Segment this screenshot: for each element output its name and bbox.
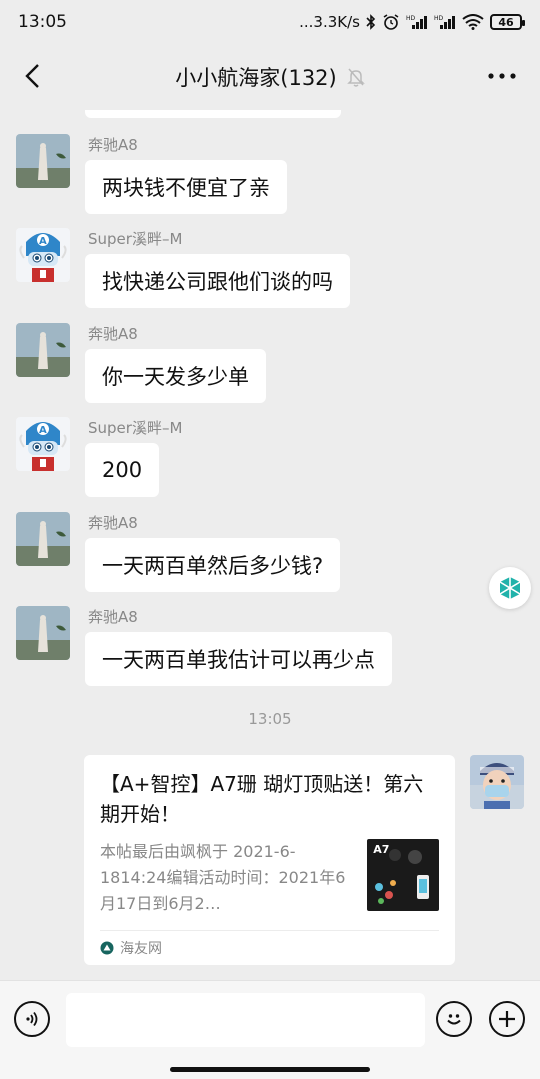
sender-name: 奔驰A8 — [88, 514, 138, 532]
chat-message-list[interactable]: 奔驰A8 两块钱不便宜了亲 A Super溪畔–M 找快递公司跟他们谈的吗 奔驰… — [0, 110, 540, 980]
plus-icon — [499, 1011, 515, 1027]
link-card-source: 海友网 — [100, 938, 162, 958]
avatar[interactable] — [16, 323, 70, 377]
message-bubble[interactable]: 两块钱不便宜了亲 — [85, 160, 287, 214]
voice-input-button[interactable] — [14, 1001, 50, 1037]
status-icons: ...3.3K/s HD HD 46 — [299, 13, 525, 31]
status-time: 13:05 — [18, 12, 67, 32]
chat-header: 小小航海家(132) — [0, 44, 540, 110]
avatar[interactable]: A — [16, 417, 70, 471]
signal-icon: HD — [406, 14, 428, 30]
emoji-icon — [447, 1014, 461, 1025]
message-bubble[interactable]: 200 — [85, 443, 160, 497]
my-avatar[interactable] — [470, 755, 524, 809]
link-card-thumbnail: A7 — [367, 839, 439, 911]
link-card-title: 【A+智控】A7珊 瑚灯顶贴送！第六期开始！ — [100, 772, 424, 826]
source-name: 海友网 — [120, 941, 162, 957]
link-card-divider — [100, 930, 439, 931]
link-card-body: 本帖最后由飒枫于 2021-6-1814:24编辑活动时间：2021年6月17日… — [100, 839, 439, 917]
more-functions-button[interactable] — [489, 1001, 525, 1037]
cube-icon — [499, 577, 521, 599]
time-divider: 13:05 — [248, 710, 292, 728]
message-bubble-partial[interactable] — [85, 110, 341, 118]
svg-text:HD: HD — [434, 15, 444, 22]
input-bar — [0, 980, 540, 1079]
sender-name: 奔驰A8 — [88, 136, 138, 154]
back-button[interactable] — [14, 58, 50, 94]
chevron-left-icon — [25, 64, 39, 88]
wifi-icon — [462, 14, 484, 30]
voice-icon — [26, 1011, 38, 1027]
message-bubble[interactable]: 一天两百单我估计可以再少点 — [85, 632, 392, 686]
message-bubble[interactable]: 一天两百单然后多少钱? — [85, 538, 341, 592]
sender-name: Super溪畔–M — [88, 419, 183, 437]
message-input[interactable] — [66, 993, 425, 1047]
message-bubble[interactable]: 找快递公司跟他们谈的吗 — [85, 254, 350, 308]
more-dots-icon — [488, 73, 516, 79]
sender-name: 奔驰A8 — [88, 608, 138, 626]
avatar[interactable] — [16, 606, 70, 660]
emoji-button[interactable] — [436, 1001, 472, 1037]
link-card-description: 本帖最后由飒枫于 2021-6-1814:24编辑活动时间：2021年6月17日… — [100, 842, 346, 913]
chat-title: 小小航海家(132) — [175, 66, 337, 90]
mute-bell-icon — [346, 67, 365, 87]
svg-text:A: A — [39, 425, 47, 436]
link-card[interactable]: 【A+智控】A7珊 瑚灯顶贴送！第六期开始！ 本帖最后由飒枫于 2021-6-1… — [84, 755, 455, 965]
avatar[interactable]: A — [16, 228, 70, 282]
alarm-icon — [382, 13, 400, 31]
message-bubble[interactable]: 你一天发多少单 — [85, 349, 266, 403]
bluetooth-icon — [366, 14, 376, 30]
avatar[interactable] — [16, 512, 70, 566]
battery-icon: 46 — [490, 14, 525, 30]
svg-text:A: A — [39, 236, 47, 247]
signal-icon-2: HD — [434, 14, 456, 30]
status-bar: 13:05 ...3.3K/s HD HD 46 — [0, 0, 540, 44]
svg-text:HD: HD — [406, 15, 416, 22]
floating-mini-app-button[interactable] — [489, 567, 531, 609]
sender-name: Super溪畔–M — [88, 230, 183, 248]
sender-name: 奔驰A8 — [88, 325, 138, 343]
home-indicator[interactable] — [170, 1067, 370, 1072]
source-logo-icon — [100, 941, 114, 955]
avatar[interactable] — [16, 134, 70, 188]
net-speed: ...3.3K/s — [299, 13, 360, 31]
more-options-button[interactable] — [482, 58, 522, 94]
